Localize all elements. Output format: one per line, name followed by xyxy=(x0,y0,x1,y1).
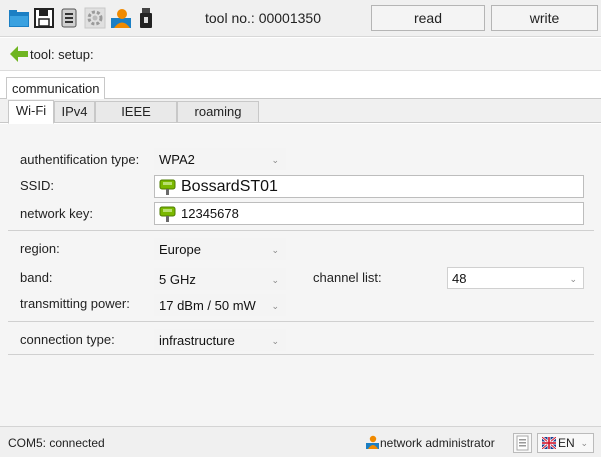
network-key-value: 12345678 xyxy=(181,206,239,221)
ssid-field[interactable]: BossardST01 xyxy=(154,175,584,198)
channel-list-select[interactable]: 48 ⌄ xyxy=(447,267,584,289)
transmitting-power-select[interactable]: 17 dBm / 50 mW ⌄ xyxy=(154,294,286,316)
pin-icon xyxy=(159,206,176,222)
document-icon xyxy=(516,435,529,451)
write-button[interactable]: write xyxy=(491,5,598,31)
chevron-down-icon: ⌄ xyxy=(569,274,577,284)
save-icon[interactable] xyxy=(33,7,55,29)
settings-gear-icon[interactable] xyxy=(84,7,106,29)
ssid-value: BossardST01 xyxy=(181,178,278,195)
usb-drive-icon[interactable] xyxy=(135,7,157,29)
auth-type-value: WPA2 xyxy=(159,152,195,167)
wifi-settings-panel: authentification type: WPA2 ⌄ SSID: Boss… xyxy=(0,124,601,426)
connection-status: COM5: connected xyxy=(8,436,105,450)
tab-wifi[interactable]: Wi-Fi xyxy=(8,100,54,124)
divider xyxy=(8,354,594,355)
language-value: EN xyxy=(558,436,575,450)
tab-roaming[interactable]: roaming xyxy=(177,101,259,123)
ssid-label: SSID: xyxy=(20,178,54,193)
language-select[interactable]: EN ⌄ xyxy=(537,433,594,453)
band-select[interactable]: 5 GHz ⌄ xyxy=(154,268,286,290)
network-key-field[interactable]: 12345678 xyxy=(154,202,584,225)
document-list-icon[interactable] xyxy=(58,7,80,29)
region-select[interactable]: Europe ⌄ xyxy=(154,238,286,260)
transmitting-power-label: transmitting power: xyxy=(20,296,130,311)
read-button[interactable]: read xyxy=(371,5,485,31)
sub-tab-bar: Wi-Fi IPv4 IEEE 802.1X roaming xyxy=(0,99,601,139)
divider xyxy=(8,321,594,322)
channel-list-value: 48 xyxy=(452,271,467,286)
region-value: Europe xyxy=(159,242,201,257)
uk-flag-icon xyxy=(542,437,556,449)
tool-number-label: tool no.: 00001350 xyxy=(205,10,321,26)
connection-type-label: connection type: xyxy=(20,332,115,347)
user-icon xyxy=(366,435,379,449)
divider xyxy=(8,230,594,231)
folder-open-icon[interactable] xyxy=(8,7,30,29)
auth-type-label: authentification type: xyxy=(20,152,140,167)
tab-communication[interactable]: communication xyxy=(6,77,106,100)
chevron-down-icon: ⌄ xyxy=(271,301,279,311)
tab-ieee-8021x[interactable]: IEEE 802.1X xyxy=(95,101,177,139)
pin-icon xyxy=(159,179,176,195)
chevron-down-icon: ⌄ xyxy=(271,336,279,346)
connection-type-value: infrastructure xyxy=(159,333,235,348)
status-bar: COM5: connected network administrator EN… xyxy=(0,426,601,457)
main-tab-bar: communication xyxy=(0,77,601,100)
chevron-down-icon: ⌄ xyxy=(580,438,588,448)
channel-list-label: channel list: xyxy=(313,270,382,285)
band-label: band: xyxy=(20,270,53,285)
chevron-down-icon: ⌄ xyxy=(271,245,279,255)
network-key-label: network key: xyxy=(20,206,93,221)
breadcrumb: tool: setup: xyxy=(0,38,601,71)
user-role: network administrator xyxy=(380,436,495,450)
band-value: 5 GHz xyxy=(159,272,196,287)
auth-type-select[interactable]: WPA2 ⌄ xyxy=(154,148,286,170)
log-button[interactable] xyxy=(513,433,532,453)
user-icon[interactable] xyxy=(110,7,132,29)
tab-ipv4[interactable]: IPv4 xyxy=(54,101,95,123)
transmitting-power-value: 17 dBm / 50 mW xyxy=(159,298,256,313)
chevron-down-icon: ⌄ xyxy=(271,275,279,285)
page-title: tool: setup: xyxy=(30,47,94,62)
region-label: region: xyxy=(20,241,60,256)
connection-type-select[interactable]: infrastructure ⌄ xyxy=(154,329,286,351)
toolbar: tool no.: 00001350 read write xyxy=(0,0,601,37)
chevron-down-icon: ⌄ xyxy=(271,155,279,165)
back-arrow-icon[interactable] xyxy=(9,45,29,63)
